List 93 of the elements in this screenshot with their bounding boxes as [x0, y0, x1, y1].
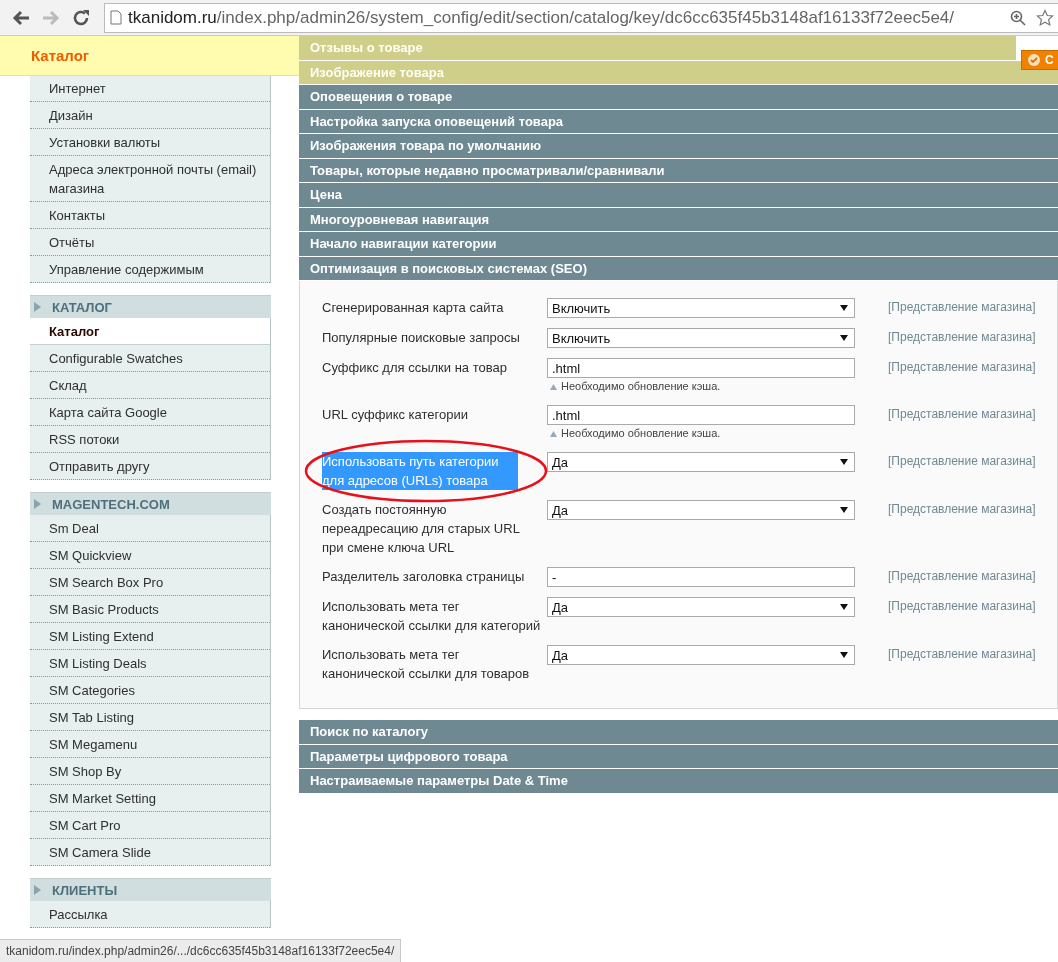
- sidebar-item[interactable]: Каталог: [30, 318, 270, 345]
- sidebar-item[interactable]: SM Cart Pro: [30, 812, 270, 839]
- triangle-icon: [34, 885, 41, 895]
- dropdown[interactable]: Да: [547, 645, 855, 665]
- sidebar-item[interactable]: Установки валюты: [30, 129, 270, 156]
- sidebar-item[interactable]: Sm Deal: [30, 515, 270, 542]
- field-label: Популярные поисковые запросы: [322, 329, 521, 347]
- dropdown[interactable]: Включить: [547, 328, 855, 348]
- section-header[interactable]: Цена: [299, 183, 1058, 207]
- sidebar-item[interactable]: Отчёты: [30, 229, 270, 256]
- scope-label: [Представление магазина]: [887, 646, 1036, 663]
- dropdown-arrow-icon: [840, 652, 848, 658]
- field-label: Сгенерированная карта сайта: [322, 299, 505, 317]
- sidebar-item[interactable]: Контакты: [30, 202, 270, 229]
- section-header[interactable]: Настраиваемые параметры Date & Time: [299, 769, 1058, 793]
- scope-label: [Представление магазина]: [887, 501, 1036, 518]
- sidebar-item[interactable]: Управление содержимым: [30, 256, 270, 283]
- field-label: Использовать мета тег канонической ссылки для категорий: [322, 598, 542, 635]
- zoom-icon[interactable]: [1010, 9, 1026, 26]
- field-label: Создать постоянную переадресацию для старых URL при смене ключа URL: [322, 501, 521, 557]
- sidebar-item[interactable]: Configurable Swatches: [30, 345, 270, 372]
- triangle-icon: [550, 383, 557, 390]
- section-header[interactable]: Многоуровневая навигация: [299, 207, 1058, 231]
- sidebar-item[interactable]: SM Tab Listing: [30, 704, 270, 731]
- scope-label: [Представление магазина]: [887, 329, 1036, 346]
- sidebar-item[interactable]: Карта сайта Google: [30, 399, 270, 426]
- sidebar-item[interactable]: Отправить другу: [30, 453, 270, 480]
- field-label: URL суффикс категории: [322, 406, 469, 424]
- section-header[interactable]: Поиск по каталогу: [299, 720, 1058, 744]
- reload-icon[interactable]: [72, 8, 90, 27]
- section-header[interactable]: Изображения товара по умолчанию: [299, 134, 1058, 158]
- check-icon: [1028, 54, 1040, 66]
- dropdown[interactable]: Да: [547, 500, 855, 520]
- section-header[interactable]: Начало навигации категории: [299, 232, 1058, 256]
- sidebar-item[interactable]: SM Listing Deals: [30, 650, 270, 677]
- field-label: Суффикс для ссылки на товар: [322, 359, 508, 377]
- section-header[interactable]: Оповещения о товаре: [299, 85, 1058, 109]
- scope-label: [Представление магазина]: [887, 568, 1036, 585]
- input-field[interactable]: -: [547, 567, 855, 587]
- dropdown-arrow-icon: [840, 507, 848, 513]
- scope-label: [Представление магазина]: [887, 598, 1036, 615]
- sidebar-item[interactable]: Дизайн: [30, 102, 270, 129]
- dropdown-arrow-icon: [840, 335, 848, 341]
- page-icon: [110, 10, 122, 25]
- back-icon[interactable]: [12, 9, 30, 26]
- dropdown[interactable]: Включить: [547, 298, 855, 318]
- section-title: MAGENTECH.COM: [52, 496, 170, 512]
- url-text: tkanidom.ru/index.php/admin26/system_config/edit/section/catalog/key/dc6cc635f45b3148af16133f72eec5e4/: [128, 7, 955, 28]
- sidebar-item[interactable]: SM Listing Extend: [30, 623, 270, 650]
- scope-label: [Представление магазина]: [887, 359, 1036, 376]
- input-field[interactable]: .html: [547, 358, 855, 378]
- star-icon[interactable]: [1036, 8, 1054, 27]
- dropdown-arrow-icon: [840, 305, 848, 311]
- section-header[interactable]: Товары, которые недавно просматривали/сравнивали: [299, 158, 1058, 182]
- dropdown[interactable]: Да: [547, 452, 855, 472]
- status-bar: tkanidom.ru/index.php/admin26/.../dc6cc635f45b3148af16133f72eec5e4/: [0, 939, 402, 962]
- sidebar-item[interactable]: Адреса электронной почты (email) магазина: [30, 156, 270, 202]
- sidebar-item[interactable]: RSS потоки: [30, 426, 270, 453]
- section-header[interactable]: Оптимизация в поисковых системах (SEO): [299, 256, 1058, 280]
- sidebar-item[interactable]: SM Market Setting: [30, 785, 270, 812]
- section-title: КАТАЛОГ: [52, 299, 112, 315]
- sidebar-item[interactable]: SM Camera Slide: [30, 839, 270, 866]
- scope-label: [Представление магазина]: [887, 453, 1036, 470]
- triangle-icon: [550, 430, 557, 437]
- dropdown-arrow-icon: [840, 604, 848, 610]
- address-bar[interactable]: tkanidom.ru/index.php/admin26/system_config/edit/section/catalog/key/dc6cc635f45b3148af16133f72eec5e4/: [104, 2, 1058, 33]
- field-label: Использовать путь категории для адресов (URLs) товара: [322, 452, 518, 490]
- section-title: КЛИЕНТЫ: [52, 882, 118, 898]
- scope-label: [Представление магазина]: [887, 406, 1036, 423]
- sidebar-section-header[interactable]: КЛИЕНТЫ: [30, 878, 271, 901]
- sidebar-item[interactable]: Рассылка: [30, 901, 270, 928]
- input-field[interactable]: .html: [547, 405, 855, 425]
- sidebar-item[interactable]: SM Shop By: [30, 758, 270, 785]
- page-title: Каталог: [30, 47, 90, 64]
- sidebar-item[interactable]: SM Search Box Pro: [30, 569, 270, 596]
- scope-label: [Представление магазина]: [887, 299, 1036, 316]
- note-text: Необходимо обновление кэша.: [561, 379, 721, 394]
- triangle-icon: [34, 302, 41, 312]
- sidebar-item[interactable]: Склад: [30, 372, 270, 399]
- sidebar-item[interactable]: SM Basic Products: [30, 596, 270, 623]
- sidebar-item[interactable]: SM Categories: [30, 677, 270, 704]
- sidebar-section-header[interactable]: КАТАЛОГ: [30, 295, 271, 318]
- dropdown[interactable]: Да: [547, 597, 855, 617]
- section-header[interactable]: Настройка запуска оповещений товара: [299, 109, 1058, 133]
- note-text: Необходимо обновление кэша.: [561, 426, 721, 441]
- sidebar-section-header[interactable]: MAGENTECH.COM: [30, 492, 271, 515]
- section-header[interactable]: Параметры цифрового товара: [299, 744, 1058, 768]
- dropdown-arrow-icon: [840, 459, 848, 465]
- sidebar-item[interactable]: SM Quickview: [30, 542, 270, 569]
- sidebar-item[interactable]: SM Megamenu: [30, 731, 270, 758]
- field-label: Использовать мета тег канонической ссылки для товаров: [322, 646, 531, 683]
- triangle-icon: [34, 499, 41, 509]
- field-label: Разделитель заголовка страницы: [322, 568, 526, 586]
